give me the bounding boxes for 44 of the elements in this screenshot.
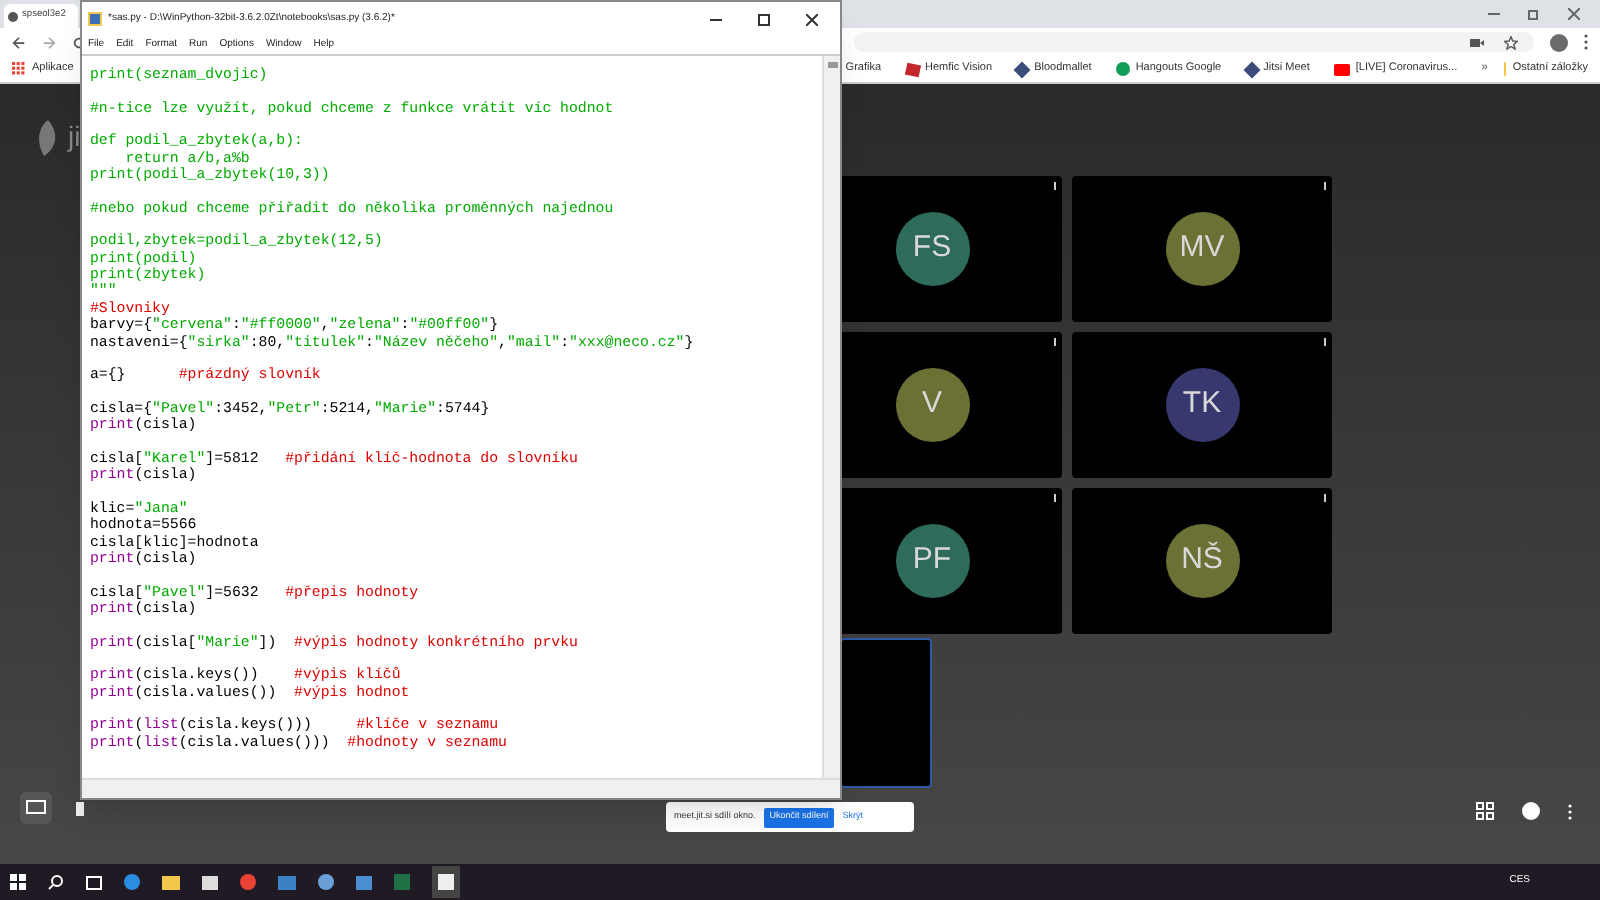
logo-text: ji (68, 118, 81, 156)
chrome-app-icon[interactable] (240, 874, 256, 890)
vertical-scrollbar[interactable] (822, 56, 840, 778)
participant-avatar: V (895, 368, 969, 442)
bookmark-favicon-icon (1242, 60, 1260, 78)
bookmark-favicon-icon (903, 61, 921, 77)
participant-tile[interactable]: TK (1072, 332, 1332, 478)
python-app-icon[interactable] (432, 866, 460, 898)
camera-icon[interactable] (1470, 37, 1484, 47)
apps-grid-icon (12, 62, 26, 76)
horizontal-scrollbar[interactable] (82, 778, 840, 798)
tile-view-icon[interactable] (1476, 802, 1494, 820)
close-icon[interactable] (806, 13, 818, 25)
bookmark-favicon-icon (1013, 60, 1031, 78)
profile-avatar-icon[interactable] (1550, 33, 1568, 51)
participant-avatar: NŠ (1165, 524, 1239, 598)
chart-app-icon[interactable] (356, 875, 372, 889)
minimize-icon[interactable] (710, 13, 722, 25)
browser-app-icon[interactable] (124, 874, 140, 890)
task-view-icon[interactable] (86, 875, 102, 889)
participant-avatar: TK (1165, 368, 1239, 442)
store-app-icon[interactable] (202, 875, 218, 889)
play-icon (1333, 63, 1350, 75)
self-view-thumbnail[interactable] (840, 638, 932, 788)
mail-app-icon[interactable] (278, 875, 296, 889)
maximize-icon[interactable] (758, 13, 770, 25)
info-icon[interactable] (1522, 802, 1540, 820)
participant-avatar: MV (1165, 212, 1239, 286)
back-arrow-icon[interactable] (12, 35, 26, 49)
search-icon[interactable] (48, 874, 64, 890)
participant-tile[interactable]: MV (1072, 176, 1332, 322)
globe-app-icon[interactable] (318, 874, 334, 890)
restore-icon[interactable] (1528, 8, 1540, 20)
python-file-icon (88, 12, 102, 26)
participant-avatar: PF (895, 524, 969, 598)
participant-avatar: FS (895, 212, 969, 286)
star-icon[interactable] (1504, 35, 1518, 49)
folder-app-icon[interactable] (162, 875, 180, 889)
participant-tile[interactable]: NŠ (1072, 488, 1332, 634)
screen-share-button[interactable] (20, 792, 52, 824)
screen-icon (26, 800, 46, 816)
start-icon[interactable] (10, 874, 26, 890)
tab-favicon-icon (8, 11, 18, 21)
chat-bubble-icon (1115, 62, 1130, 76)
